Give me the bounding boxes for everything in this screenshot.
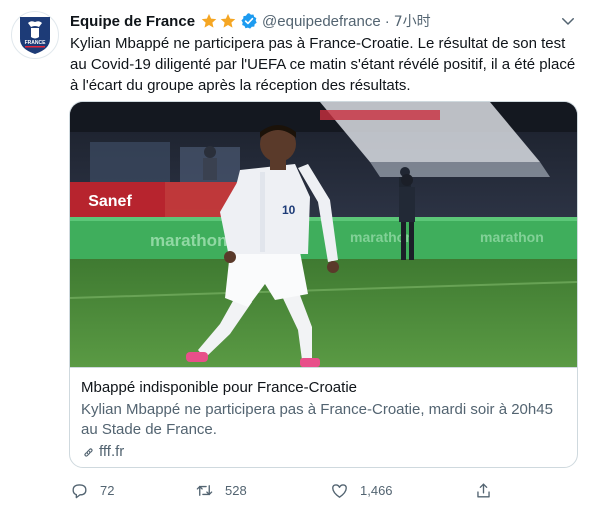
- verified-badge-icon: [241, 13, 257, 29]
- like-icon: [332, 483, 347, 498]
- action-bar: 72 528 1,466: [70, 479, 500, 501]
- like-count: 1,466: [360, 482, 393, 498]
- reply-button[interactable]: 72: [70, 479, 114, 501]
- avatar-text: FRANCE: [25, 40, 46, 46]
- fff-crest-logo: FRANCE: [20, 17, 50, 54]
- reply-count: 72: [100, 482, 115, 498]
- avatar[interactable]: FRANCE: [11, 11, 59, 59]
- card-title[interactable]: Mbappé indisponible pour France-Croatie: [81, 378, 566, 398]
- star-icon: [220, 13, 236, 28]
- reply-icon: [72, 483, 87, 498]
- card-domain[interactable]: fff.fr: [81, 442, 566, 462]
- more-button[interactable]: [557, 10, 579, 32]
- board-text-1: marathon: [150, 231, 227, 250]
- like-button[interactable]: 1,466: [330, 479, 393, 501]
- board-text-left: Sanef: [88, 193, 132, 210]
- card-description: Kylian Mbappé ne participera pas à Franc…: [81, 401, 553, 438]
- card-body: Mbappé indisponible pour France-Croatie …: [70, 367, 577, 467]
- tweet-header: Equipe de France @equipedefrance · 7小时: [70, 10, 579, 32]
- account-handle[interactable]: @equipedefrance: [262, 13, 381, 30]
- link-card[interactable]: Sanef marathon marathon marathon 10 Mbap…: [69, 101, 578, 468]
- timestamp[interactable]: 7小时: [394, 11, 431, 31]
- link-icon: [84, 447, 93, 457]
- tweet[interactable]: FRANCE Equipe de France @equipedefrance …: [0, 0, 589, 511]
- share-icon: [477, 482, 490, 498]
- star-icon: [201, 13, 217, 28]
- board-text-3: marathon: [480, 229, 544, 245]
- account-name[interactable]: Equipe de France: [70, 13, 195, 30]
- retweet-button[interactable]: 528: [195, 479, 247, 501]
- player-number: 10: [282, 203, 296, 217]
- separator: ·: [384, 12, 390, 30]
- retweet-count: 528: [225, 482, 247, 498]
- retweet-icon: [196, 484, 213, 496]
- badges: [200, 12, 258, 30]
- more-icon: [562, 18, 574, 25]
- share-button[interactable]: [474, 479, 493, 501]
- card-domain-text: fff.fr: [99, 443, 125, 460]
- tweet-text: Kylian Mbappé ne participera pas à Franc…: [70, 35, 576, 94]
- card-image[interactable]: Sanef marathon marathon marathon 10: [70, 102, 577, 367]
